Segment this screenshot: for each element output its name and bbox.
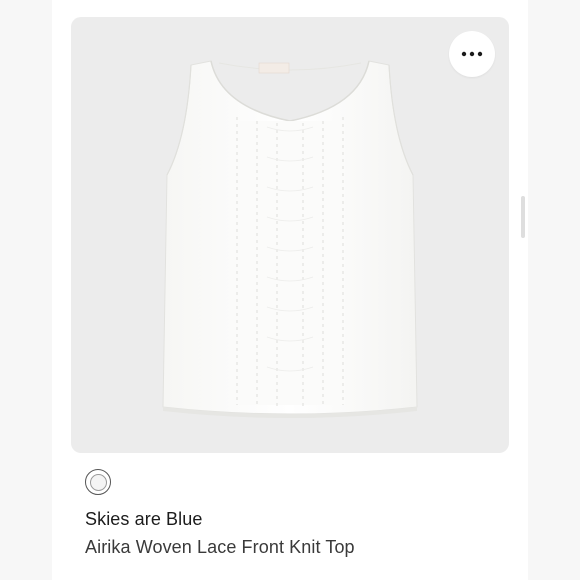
more-options-button[interactable] [449, 31, 495, 77]
brand-name[interactable]: Skies are Blue [85, 509, 202, 530]
product-image-card[interactable] [71, 17, 509, 453]
product-title[interactable]: Airika Woven Lace Front Knit Top [85, 537, 355, 558]
label-tag [258, 62, 290, 74]
product-photo [162, 60, 418, 418]
swatch-fill [89, 473, 107, 491]
color-swatch[interactable] [85, 469, 111, 495]
scroll-indicator[interactable] [521, 196, 525, 238]
more-horizontal-icon [461, 51, 483, 57]
lace-panel [235, 121, 345, 405]
